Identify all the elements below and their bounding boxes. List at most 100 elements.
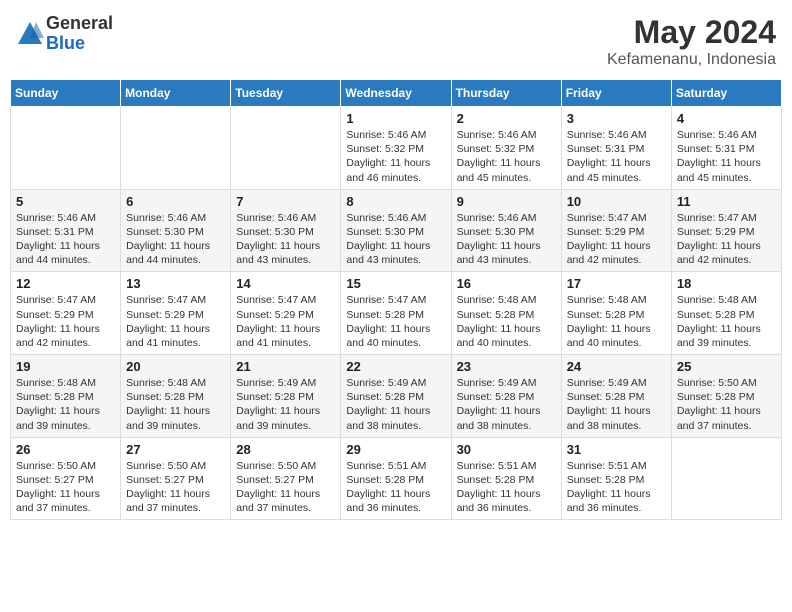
calendar-cell: 3 Sunrise: 5:46 AMSunset: 5:31 PMDaylight… (561, 107, 671, 190)
day-info: Sunrise: 5:47 AMSunset: 5:28 PMDaylight:… (346, 293, 445, 350)
day-info: Sunrise: 5:50 AMSunset: 5:27 PMDaylight:… (236, 459, 335, 516)
day-info: Sunrise: 5:46 AMSunset: 5:30 PMDaylight:… (457, 211, 556, 268)
calendar-week-row: 19Sunrise: 5:48 AMSunset: 5:28 PMDayligh… (11, 355, 782, 438)
day-number: 30 (457, 442, 556, 457)
day-number: 7 (236, 194, 335, 209)
calendar-cell: 16Sunrise: 5:48 AMSunset: 5:28 PMDayligh… (451, 272, 561, 355)
day-info: Sunrise: 5:48 AMSunset: 5:28 PMDaylight:… (567, 293, 666, 350)
calendar-cell: 7 Sunrise: 5:46 AMSunset: 5:30 PMDaylight… (231, 189, 341, 272)
day-info: Sunrise: 5:46 AMSunset: 5:31 PMDaylight:… (567, 128, 666, 185)
day-info: Sunrise: 5:47 AMSunset: 5:29 PMDaylight:… (16, 293, 115, 350)
calendar-week-row: 1Sunrise: 5:46 AMSunset: 5:32 PMDaylight… (11, 107, 782, 190)
day-number: 14 (236, 276, 335, 291)
day-info: Sunrise: 5:49 AMSunset: 5:28 PMDaylight:… (346, 376, 445, 433)
day-info: Sunrise: 5:46 AMSunset: 5:31 PMDaylight:… (16, 211, 115, 268)
day-number: 4 (677, 111, 776, 126)
calendar-cell: 23Sunrise: 5:49 AMSunset: 5:28 PMDayligh… (451, 355, 561, 438)
calendar-cell: 13 Sunrise: 5:47 AMSunset: 5:29 PMDayligh… (121, 272, 231, 355)
day-number: 8 (346, 194, 445, 209)
calendar-cell: 29 Sunrise: 5:51 AMSunset: 5:28 PMDayligh… (341, 437, 451, 520)
day-info: Sunrise: 5:50 AMSunset: 5:28 PMDaylight:… (677, 376, 776, 433)
day-header-wednesday: Wednesday (341, 80, 451, 107)
day-number: 12 (16, 276, 115, 291)
day-number: 24 (567, 359, 666, 374)
calendar-cell: 28 Sunrise: 5:50 AMSunset: 5:27 PMDayligh… (231, 437, 341, 520)
logo-general-text: General (46, 14, 113, 34)
calendar-cell: 21 Sunrise: 5:49 AMSunset: 5:28 PMDayligh… (231, 355, 341, 438)
day-number: 28 (236, 442, 335, 457)
calendar-header-row: SundayMondayTuesdayWednesdayThursdayFrid… (11, 80, 782, 107)
day-number: 13 (126, 276, 225, 291)
calendar-title: May 2024 (607, 14, 776, 51)
day-info: Sunrise: 5:46 AMSunset: 5:31 PMDaylight:… (677, 128, 776, 185)
day-number: 3 (567, 111, 666, 126)
day-number: 15 (346, 276, 445, 291)
day-header-saturday: Saturday (671, 80, 781, 107)
calendar-cell: 17Sunrise: 5:48 AMSunset: 5:28 PMDayligh… (561, 272, 671, 355)
day-header-friday: Friday (561, 80, 671, 107)
day-number: 26 (16, 442, 115, 457)
day-info: Sunrise: 5:51 AMSunset: 5:28 PMDaylight:… (567, 459, 666, 516)
calendar-cell: 19Sunrise: 5:48 AMSunset: 5:28 PMDayligh… (11, 355, 121, 438)
day-number: 21 (236, 359, 335, 374)
day-info: Sunrise: 5:46 AMSunset: 5:32 PMDaylight:… (457, 128, 556, 185)
day-header-monday: Monday (121, 80, 231, 107)
day-info: Sunrise: 5:46 AMSunset: 5:30 PMDaylight:… (346, 211, 445, 268)
day-number: 23 (457, 359, 556, 374)
calendar-cell: 27 Sunrise: 5:50 AMSunset: 5:27 PMDayligh… (121, 437, 231, 520)
calendar-cell (11, 107, 121, 190)
calendar-cell (231, 107, 341, 190)
calendar-cell (121, 107, 231, 190)
logo: General Blue (16, 14, 113, 54)
calendar-cell: 5 Sunrise: 5:46 AMSunset: 5:31 PMDaylight… (11, 189, 121, 272)
title-block: May 2024 Kefamenanu, Indonesia (607, 14, 776, 69)
day-info: Sunrise: 5:51 AMSunset: 5:28 PMDaylight:… (346, 459, 445, 516)
calendar-cell: 24 Sunrise: 5:49 AMSunset: 5:28 PMDayligh… (561, 355, 671, 438)
day-number: 2 (457, 111, 556, 126)
page-header: General Blue May 2024 Kefamenanu, Indone… (10, 10, 782, 73)
day-number: 6 (126, 194, 225, 209)
calendar-cell: 20 Sunrise: 5:48 AMSunset: 5:28 PMDayligh… (121, 355, 231, 438)
day-header-sunday: Sunday (11, 80, 121, 107)
day-info: Sunrise: 5:50 AMSunset: 5:27 PMDaylight:… (126, 459, 225, 516)
calendar-cell: 22 Sunrise: 5:49 AMSunset: 5:28 PMDayligh… (341, 355, 451, 438)
day-info: Sunrise: 5:49 AMSunset: 5:28 PMDaylight:… (567, 376, 666, 433)
calendar-cell: 2 Sunrise: 5:46 AMSunset: 5:32 PMDaylight… (451, 107, 561, 190)
day-info: Sunrise: 5:48 AMSunset: 5:28 PMDaylight:… (677, 293, 776, 350)
day-number: 31 (567, 442, 666, 457)
day-info: Sunrise: 5:46 AMSunset: 5:30 PMDaylight:… (236, 211, 335, 268)
day-number: 16 (457, 276, 556, 291)
day-info: Sunrise: 5:48 AMSunset: 5:28 PMDaylight:… (16, 376, 115, 433)
day-number: 27 (126, 442, 225, 457)
day-header-tuesday: Tuesday (231, 80, 341, 107)
calendar-week-row: 26 Sunrise: 5:50 AMSunset: 5:27 PMDayligh… (11, 437, 782, 520)
day-number: 25 (677, 359, 776, 374)
day-info: Sunrise: 5:47 AMSunset: 5:29 PMDaylight:… (126, 293, 225, 350)
calendar-cell: 14Sunrise: 5:47 AMSunset: 5:29 PMDayligh… (231, 272, 341, 355)
day-number: 20 (126, 359, 225, 374)
day-number: 9 (457, 194, 556, 209)
calendar-cell: 10Sunrise: 5:47 AMSunset: 5:29 PMDayligh… (561, 189, 671, 272)
calendar-cell: 15 Sunrise: 5:47 AMSunset: 5:28 PMDayligh… (341, 272, 451, 355)
calendar-week-row: 5 Sunrise: 5:46 AMSunset: 5:31 PMDaylight… (11, 189, 782, 272)
day-number: 22 (346, 359, 445, 374)
calendar-table: SundayMondayTuesdayWednesdayThursdayFrid… (10, 79, 782, 520)
day-number: 5 (16, 194, 115, 209)
calendar-cell: 26Sunrise: 5:50 AMSunset: 5:27 PMDayligh… (11, 437, 121, 520)
day-info: Sunrise: 5:48 AMSunset: 5:28 PMDaylight:… (126, 376, 225, 433)
calendar-cell: 12 Sunrise: 5:47 AMSunset: 5:29 PMDayligh… (11, 272, 121, 355)
calendar-cell: 1Sunrise: 5:46 AMSunset: 5:32 PMDaylight… (341, 107, 451, 190)
calendar-cell: 11Sunrise: 5:47 AMSunset: 5:29 PMDayligh… (671, 189, 781, 272)
day-info: Sunrise: 5:49 AMSunset: 5:28 PMDaylight:… (236, 376, 335, 433)
day-info: Sunrise: 5:51 AMSunset: 5:28 PMDaylight:… (457, 459, 556, 516)
day-header-thursday: Thursday (451, 80, 561, 107)
calendar-cell: 18 Sunrise: 5:48 AMSunset: 5:28 PMDayligh… (671, 272, 781, 355)
calendar-cell: 25 Sunrise: 5:50 AMSunset: 5:28 PMDayligh… (671, 355, 781, 438)
calendar-cell: 6Sunrise: 5:46 AMSunset: 5:30 PMDaylight… (121, 189, 231, 272)
day-number: 18 (677, 276, 776, 291)
calendar-cell: 30 Sunrise: 5:51 AMSunset: 5:28 PMDayligh… (451, 437, 561, 520)
day-number: 29 (346, 442, 445, 457)
day-info: Sunrise: 5:46 AMSunset: 5:32 PMDaylight:… (346, 128, 445, 185)
calendar-cell: 31 Sunrise: 5:51 AMSunset: 5:28 PMDayligh… (561, 437, 671, 520)
calendar-week-row: 12 Sunrise: 5:47 AMSunset: 5:29 PMDayligh… (11, 272, 782, 355)
